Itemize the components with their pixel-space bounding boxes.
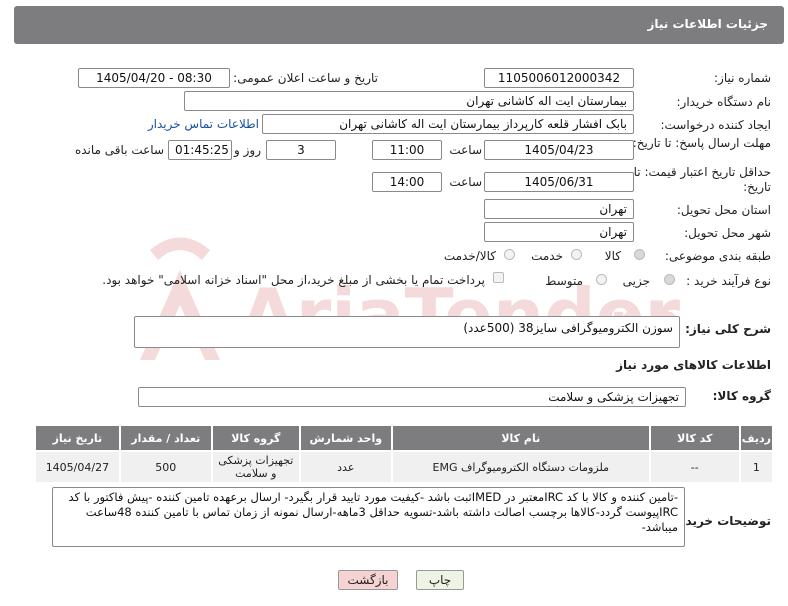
goods-table: ردیف کد کالا نام کالا واحد شمارش گروه کا… [34,424,775,484]
panel-title: جزئیات اطلاعات نیاز [647,17,768,31]
col-date: تاریخ نیاز [34,424,121,452]
category-radio-service[interactable] [571,249,582,260]
col-name: نام کالا [390,424,651,452]
goods-info-title: اطلاعات کالاهای مورد نیاز [616,358,771,372]
treasury-payment-note: پرداخت تمام یا بخشی از مبلغ خرید،از محل … [102,273,485,287]
need-number-field: 1105006012000342 [484,68,634,88]
process-radio-medium[interactable] [596,274,607,285]
remaining-time-field: 01:45:25 [168,140,232,160]
deadline-date-field: 1405/04/23 [484,140,634,160]
process-radio-minor[interactable] [664,274,675,285]
cell-date: 1405/04/27 [34,450,121,484]
buyer-notes-field: -تامین کننده و کالا با کد IRCمعتبر در IM… [52,487,685,547]
panel-header: جزئیات اطلاعات نیاز [14,6,784,44]
announce-date-field: 1405/04/20 - 08:30 [78,68,230,88]
col-row: ردیف [738,424,775,452]
validity-label: حداقل تاریخ اعتبار قیمت: تا تاریخ: [633,165,771,194]
process-label: نوع فرآیند خرید : [686,274,771,288]
province-label: استان محل تحویل: [676,203,771,217]
deadline-days-field: 3 [266,140,336,160]
remaining-time-label: ساعت باقی مانده [74,143,164,157]
buyer-org-label: نام دستگاه خریدار: [676,95,772,109]
deadline-days-label: روز و [234,143,261,157]
cell-qty: 500 [118,450,213,484]
city-label: شهر محل تحویل: [684,226,771,240]
back-button[interactable]: بازگشت [338,570,398,590]
category-option-goods: کالا [604,249,621,263]
col-group: گروه کالا [210,424,301,452]
buyer-org-field: بیمارستان ایت اله کاشانی تهران [184,91,634,111]
goods-table-header: ردیف کد کالا نام کالا واحد شمارش گروه کا… [34,424,775,452]
deadline-label: مهلت ارسال پاسخ: تا تاریخ: [632,136,771,150]
cell-row: 1 [738,450,775,484]
treasury-payment-checkbox[interactable] [493,272,504,283]
validity-date-field: 1405/06/31 [484,172,634,192]
col-code: کد کالا [648,424,741,452]
goods-group-field: تجهیزات پزشکی و سلامت [138,387,686,407]
goods-group-label: گروه کالا: [712,389,771,403]
cell-unit: عدد [298,450,393,484]
process-option-minor: جزیی [622,274,650,288]
buyer-contact-link[interactable]: اطلاعات تماس خریدار [148,117,259,131]
process-option-medium: متوسط [545,274,583,288]
print-button[interactable]: چاپ [416,570,464,590]
category-option-goods-service: کالا/خدمت [443,249,496,263]
summary-label: شرح کلی نیاز: [685,322,771,336]
category-option-service: خدمت [531,249,563,263]
col-unit: واحد شمارش [298,424,393,452]
cell-name: ملزومات دستگاه الکترومیوگراف EMG [390,450,651,484]
table-row: 1 -- ملزومات دستگاه الکترومیوگراف EMG عد… [34,450,775,484]
watermark-logo-icon: AriaTender .net [140,237,680,360]
category-label: طبقه بندی موضوعی: [664,249,771,263]
col-qty: تعداد / مقدار [118,424,213,452]
validity-time-label: ساعت [449,175,482,189]
cell-group: تجهیزات پزشکی و سلامت [210,450,301,484]
cell-code: -- [648,450,741,484]
city-field: تهران [484,222,634,242]
requester-label: ایجاد کننده درخواست: [660,118,771,132]
summary-field: سوزن الکترومیوگرافی سایز38 (500عدد) [134,316,680,348]
announce-date-label: تاریخ و ساعت اعلان عمومی: [233,71,378,85]
requester-field: بابک افشار قلعه کارپرداز بیمارستان ایت ا… [262,114,634,134]
category-radio-goods[interactable] [634,249,645,260]
validity-time-field: 14:00 [372,172,442,192]
deadline-time-field: 11:00 [372,140,442,160]
category-radio-goods-service[interactable] [504,249,515,260]
deadline-time-label: ساعت [449,143,482,157]
province-field: تهران [484,199,634,219]
need-number-label: شماره نیاز: [714,71,771,85]
